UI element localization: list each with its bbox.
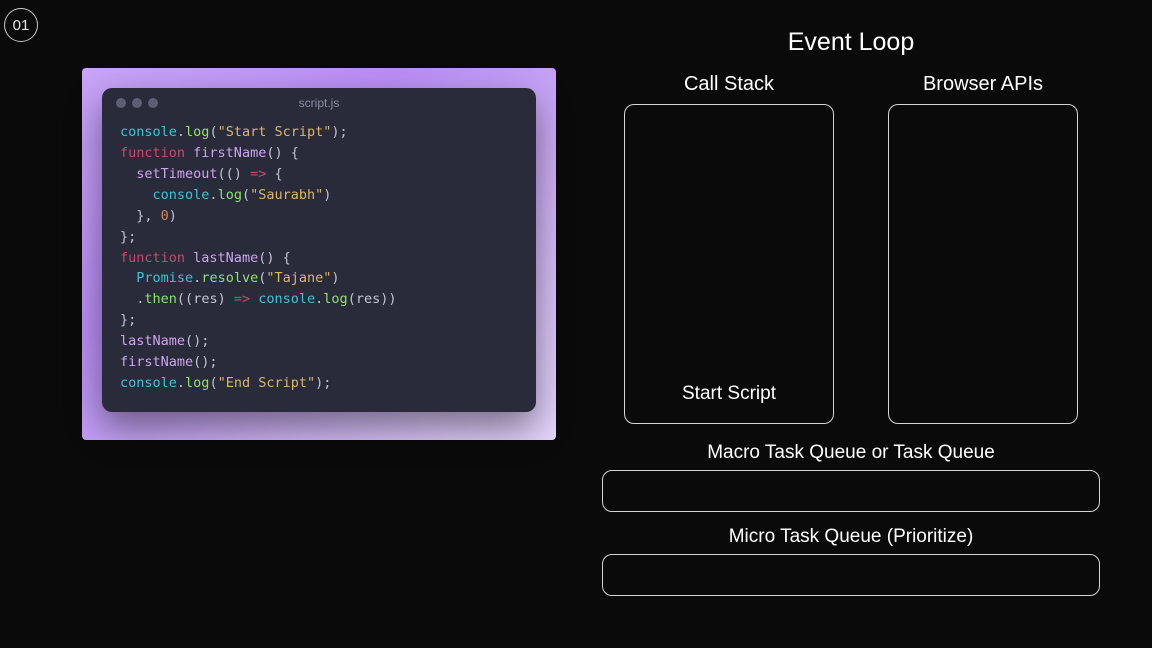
editor-filename: script.js: [102, 96, 536, 110]
window-dot-close: [116, 98, 126, 108]
stacks-row: Call Stack Start Script Browser APIs: [624, 73, 1078, 424]
browser-apis-box: [888, 104, 1078, 424]
browser-apis-column: Browser APIs: [888, 73, 1078, 424]
macro-queue-box: [602, 470, 1100, 512]
call-stack-label: Call Stack: [684, 73, 774, 96]
code-block: console.log("Start Script");function fir…: [102, 116, 536, 412]
slide-number-badge: 01: [4, 8, 38, 42]
micro-queue-label: Micro Task Queue (Prioritize): [729, 526, 974, 548]
code-editor-window: script.js console.log("Start Script");fu…: [102, 88, 536, 412]
micro-queue-box: [602, 554, 1100, 596]
event-loop-diagram: Event Loop Call Stack Start Script Brows…: [580, 8, 1152, 648]
call-stack-column: Call Stack Start Script: [624, 73, 834, 424]
code-panel: script.js console.log("Start Script");fu…: [0, 8, 580, 648]
diagram-title: Event Loop: [788, 28, 915, 57]
call-stack-item: Start Script: [682, 383, 776, 405]
queues-section: Macro Task Queue or Task Queue Micro Tas…: [590, 442, 1112, 610]
window-controls: [116, 98, 158, 108]
main-container: script.js console.log("Start Script");fu…: [0, 0, 1152, 648]
browser-apis-label: Browser APIs: [923, 73, 1043, 96]
slide-number-text: 01: [13, 17, 30, 34]
editor-header: script.js: [102, 88, 536, 116]
call-stack-box: Start Script: [624, 104, 834, 424]
macro-queue-label: Macro Task Queue or Task Queue: [707, 442, 995, 464]
window-dot-max: [148, 98, 158, 108]
code-gradient-wrap: script.js console.log("Start Script");fu…: [82, 68, 556, 440]
window-dot-min: [132, 98, 142, 108]
